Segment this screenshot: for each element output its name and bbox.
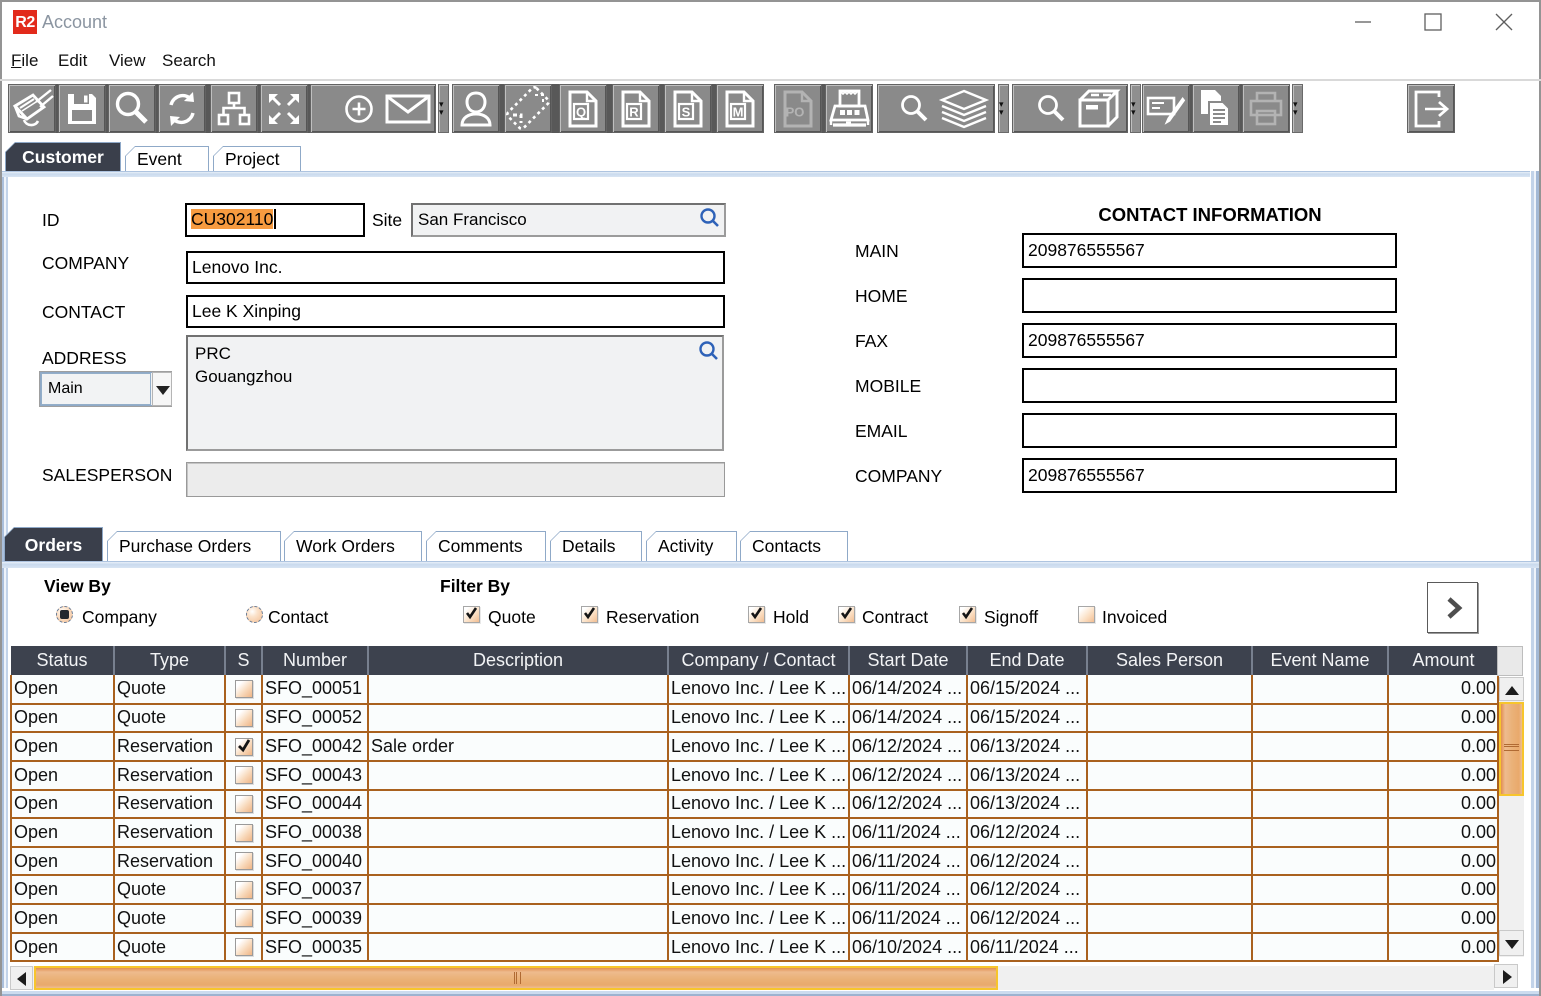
svg-text:M: M [733,104,744,119]
svg-text:S: S [682,104,691,119]
svg-text:PO: PO [786,104,805,119]
svg-text:R: R [629,104,639,119]
svg-text:Q: Q [576,104,586,119]
